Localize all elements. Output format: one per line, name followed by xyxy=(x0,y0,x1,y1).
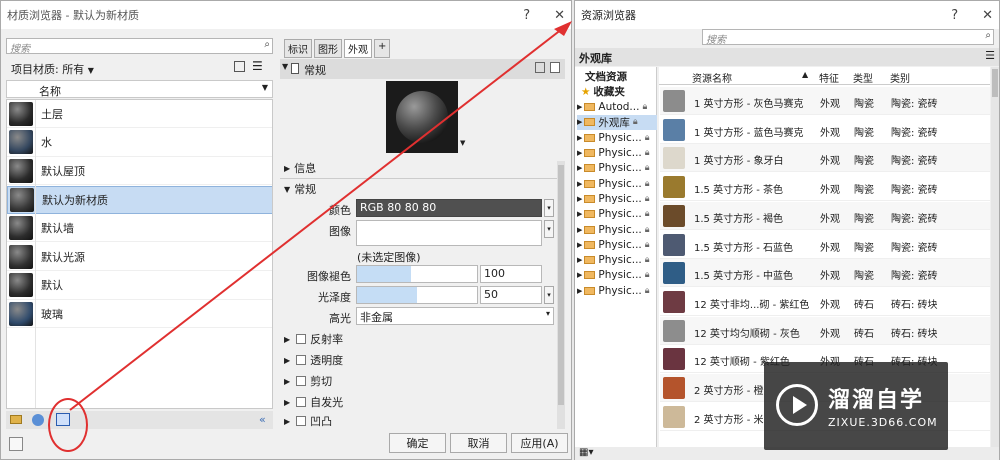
watermark-url: ZIXUE.3D66.COM xyxy=(828,416,938,429)
watermark-overlay: 溜溜自学 ZIXUE.3D66.COM xyxy=(764,362,948,450)
watermark-name: 溜溜自学 xyxy=(828,388,925,413)
arrow-line xyxy=(69,28,563,411)
play-logo-icon xyxy=(776,384,818,426)
